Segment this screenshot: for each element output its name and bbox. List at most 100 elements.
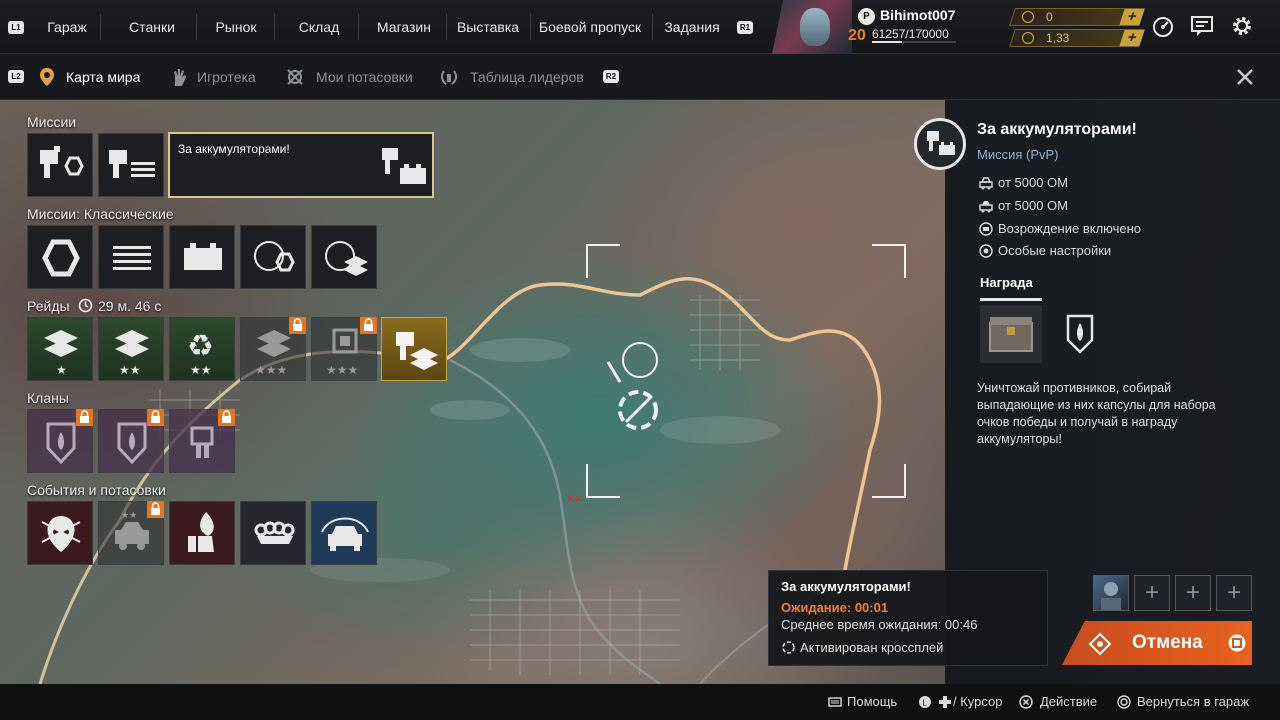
classic-tile-gear[interactable]	[27, 225, 93, 289]
hint-help[interactable]: Помощь	[847, 694, 897, 709]
svg-text:✕✕: ✕✕	[566, 494, 583, 505]
map-focus-bracket	[872, 244, 906, 278]
nav-shop[interactable]: Магазин	[370, 0, 438, 54]
raids-timer: 29 м. 46 с	[98, 298, 162, 314]
tab-my-brawls[interactable]: Мои потасовки	[316, 54, 413, 100]
raid-tile-1-star[interactable]: ★	[27, 317, 93, 381]
mission-tile-batteries-selected[interactable]: За аккумуляторами!	[168, 132, 434, 198]
add-member-icon: +	[1226, 579, 1241, 606]
raid-tile-locked-1[interactable]: ★★★	[240, 317, 306, 381]
raid-tile-gold[interactable]	[381, 317, 447, 381]
car-outline-icon	[979, 201, 993, 213]
dpad-icon	[939, 696, 951, 708]
nav-market[interactable]: Рынок	[204, 0, 268, 54]
tab-world-map[interactable]: Карта мира	[66, 54, 140, 100]
event-tile-skull[interactable]	[27, 501, 93, 565]
l2-button-hint: L2	[8, 70, 24, 83]
nav-divider	[530, 14, 531, 40]
laurel-icon	[440, 70, 458, 85]
robot-layers-icon	[109, 150, 155, 178]
currency-coins-value: 0	[1046, 10, 1053, 24]
circle-button-icon	[1117, 695, 1131, 709]
queue-average-time: Среднее время ожидания: 00:46	[781, 617, 978, 632]
mission-tile-1[interactable]	[27, 133, 93, 197]
square-button-icon	[1228, 634, 1246, 652]
nav-storage[interactable]: Склад	[286, 0, 352, 54]
add-member-icon: +	[1185, 579, 1200, 606]
hint-return-garage[interactable]: Вернуться в гараж	[1137, 694, 1249, 709]
cross-button-icon	[1019, 695, 1033, 709]
section-raids: Рейды	[27, 298, 70, 314]
lock-icon	[289, 317, 306, 334]
lock-icon	[147, 501, 164, 518]
messages-icon[interactable]	[1190, 14, 1214, 38]
car-icon	[979, 177, 993, 190]
layers-one-star-icon: ★	[44, 330, 78, 377]
respawn-icon	[979, 222, 993, 236]
classic-tile-battery[interactable]	[169, 225, 235, 289]
gear-icon	[42, 239, 80, 277]
nav-divider	[446, 14, 447, 40]
svg-text:♻: ♻	[187, 330, 214, 363]
coin-icon	[1022, 11, 1034, 23]
svg-text:★★★: ★★★	[255, 363, 287, 377]
fire-thumb-icon	[188, 512, 214, 552]
raid-tile-locked-2[interactable]: ★★★	[311, 317, 377, 381]
lock-icon	[218, 409, 235, 426]
nav-tasks[interactable]: Задания	[660, 0, 724, 54]
premium-coin-icon	[1022, 32, 1034, 44]
target-layers-icon	[325, 241, 368, 276]
mission-tile-2[interactable]	[98, 133, 164, 197]
nav-exhibition[interactable]: Выставка	[452, 0, 524, 54]
classic-tile-target-layers[interactable]	[311, 225, 377, 289]
event-tile-locked[interactable]: ★★	[98, 501, 164, 565]
close-icon[interactable]	[1234, 66, 1256, 88]
raid-tile-recycle[interactable]: ♻ ★★	[169, 317, 235, 381]
nav-battle-pass[interactable]: Боевой пропуск	[536, 0, 644, 54]
event-tile-fire-thumb[interactable]	[169, 501, 235, 565]
settings-gear-icon[interactable]	[1230, 14, 1254, 38]
add-member-icon: +	[1144, 579, 1159, 606]
l1-button-hint: L1	[8, 21, 24, 34]
party-slot-empty-3[interactable]: +	[1216, 575, 1252, 611]
tab-leaderboard[interactable]: Таблица лидеров	[470, 54, 584, 100]
nav-garage[interactable]: Гараж	[34, 0, 100, 54]
robot-gear-icon	[40, 146, 84, 178]
event-tile-car[interactable]	[311, 501, 377, 565]
speedometer-icon[interactable]	[1151, 14, 1175, 38]
map-focus-bracket	[872, 464, 906, 498]
clan-tile-3[interactable]	[169, 409, 235, 473]
nav-workbenches[interactable]: Станки	[116, 0, 188, 54]
robot-layers-gold-icon	[396, 332, 438, 370]
clan-tile-2[interactable]	[98, 409, 164, 473]
player-avatar[interactable]	[772, 0, 852, 54]
party-slot-empty-1[interactable]: +	[1134, 575, 1170, 611]
classic-tile-layers[interactable]	[98, 225, 164, 289]
raid-tile-2-star[interactable]: ★★	[98, 317, 164, 381]
svg-text:★★: ★★	[121, 510, 137, 520]
hint-action[interactable]: Действие	[1040, 694, 1097, 709]
stripes-icon	[113, 246, 151, 270]
matchmaking-spinner-icon	[1088, 632, 1112, 656]
event-tile-knuckles[interactable]	[240, 501, 306, 565]
svg-text:★★★: ★★★	[326, 363, 358, 377]
recycle-icon: ♻ ★★	[187, 330, 214, 377]
special-settings: Особые настройки	[998, 243, 1112, 258]
tab-game-library[interactable]: Игротека	[197, 54, 256, 100]
mission-type: Миссия (PvP)	[977, 147, 1059, 162]
playstation-icon: P	[858, 8, 875, 25]
classic-tile-target-gear[interactable]	[240, 225, 306, 289]
hint-cursor[interactable]: / Курсор	[953, 694, 1003, 709]
shield-flame-icon	[1066, 314, 1094, 354]
party-slot-empty-2[interactable]: +	[1175, 575, 1211, 611]
svg-text:★★: ★★	[190, 363, 212, 377]
reward-crate[interactable]	[980, 305, 1042, 363]
clan-tile-1[interactable]	[27, 409, 93, 473]
map-tabs-bar	[0, 54, 1280, 100]
currency-premium-value: 1,33	[1046, 31, 1070, 45]
requirement-power-1: от 5000 ОМ	[998, 175, 1068, 190]
party-slot-player[interactable]	[1093, 575, 1129, 611]
target-gear-icon	[254, 241, 295, 272]
respawn-enabled: Возрождение включено	[998, 221, 1142, 236]
touchpad-icon	[828, 697, 842, 707]
